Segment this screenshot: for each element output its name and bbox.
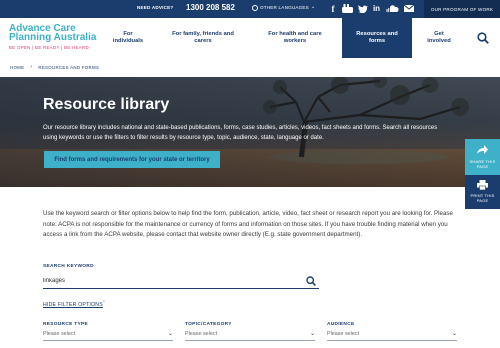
linkedin-icon[interactable]: in [372, 3, 381, 14]
hero-banner: Resource library Our resource library in… [0, 77, 500, 187]
nav-item-get-involved[interactable]: Get involved [419, 18, 459, 58]
search-icon[interactable] [306, 276, 316, 286]
nav-item-resources-forms[interactable]: Resources and forms [342, 18, 412, 58]
breadcrumb: HOME › RESOURCES AND FORMS [10, 64, 99, 70]
filter-resource-type-select[interactable]: Please select ⌄ [43, 331, 173, 341]
filter-audience-select[interactable]: Please select ⌄ [327, 331, 457, 341]
print-label-2: PAGE [476, 198, 489, 203]
logo-line-2: Planning Australia [9, 32, 97, 43]
share-arrow-icon [477, 145, 488, 154]
nav-item-family-friends-carers[interactable]: For family, friends and carers [160, 18, 246, 58]
advice-phone-link[interactable]: 1300 208 582 [186, 3, 235, 12]
email-icon[interactable] [404, 3, 414, 14]
facebook-icon[interactable]: f [329, 3, 337, 14]
other-languages-link[interactable]: OTHER LANGUAGES [260, 5, 309, 10]
chevron-down-icon: ⌄ [309, 331, 315, 337]
top-utility-bar: NEED ADVICE? 1300 208 582 OTHER LANGUAGE… [0, 0, 500, 18]
intro-text: Use the keyword search or filter options… [43, 210, 453, 238]
print-page-button[interactable]: PRINT THIS PAGE [465, 175, 500, 209]
nav-search-button[interactable] [466, 18, 500, 58]
chevron-down-icon: ⌄ [451, 331, 457, 337]
our-program-of-work-link[interactable]: OUR PROGRAM OF WORK [424, 0, 500, 18]
breadcrumb-current: RESOURCES AND FORMS [38, 64, 100, 70]
filter-resource-type-label: RESOURCE TYPE [43, 322, 88, 327]
filter-audience-value: Please select [327, 331, 360, 337]
nav-item-individuals[interactable]: For individuals [108, 18, 148, 58]
hide-filter-options-link[interactable]: HIDE FILTER OPTIONS [43, 302, 103, 308]
nav-item-health-care-workers[interactable]: For health and care workers [255, 18, 335, 58]
logo-tagline: BE OPEN | BE READY | BE HEARD [9, 45, 89, 50]
hero-description: Our resource library includes national a… [43, 125, 438, 141]
find-forms-button[interactable]: Find forms and requirements for your sta… [44, 151, 220, 168]
search-icon [477, 32, 489, 44]
page-title: Resource library [43, 96, 170, 113]
need-advice-label: NEED ADVICE? [137, 5, 174, 10]
chevron-up-icon: ˆ [103, 301, 105, 307]
search-keyword-label: SEARCH KEYWORD [43, 264, 94, 269]
share-label-2: PAGE [476, 164, 489, 169]
filter-resource-type-value: Please select [43, 331, 76, 337]
chevron-right-icon: › [30, 64, 33, 70]
search-keyword-input[interactable] [43, 274, 319, 289]
youtube-icon[interactable] [341, 3, 353, 14]
chevron-down-icon: ⌄ [167, 331, 173, 337]
filter-topic-value: Please select [185, 331, 218, 337]
share-page-button[interactable]: SHARE THIS PAGE [465, 139, 500, 175]
printer-icon [477, 180, 488, 190]
soundcloud-icon[interactable] [386, 3, 399, 14]
globe-icon [252, 5, 258, 11]
breadcrumb-home-link[interactable]: HOME [10, 65, 24, 70]
filter-topic-select[interactable]: Please select ⌄ [185, 331, 315, 341]
twitter-icon[interactable] [357, 3, 368, 14]
filter-audience-label: AUDIENCE [327, 322, 355, 327]
chevron-down-icon: ⌄ [311, 4, 316, 10]
filter-topic-label: TOPIC/CATEGORY [185, 322, 232, 327]
